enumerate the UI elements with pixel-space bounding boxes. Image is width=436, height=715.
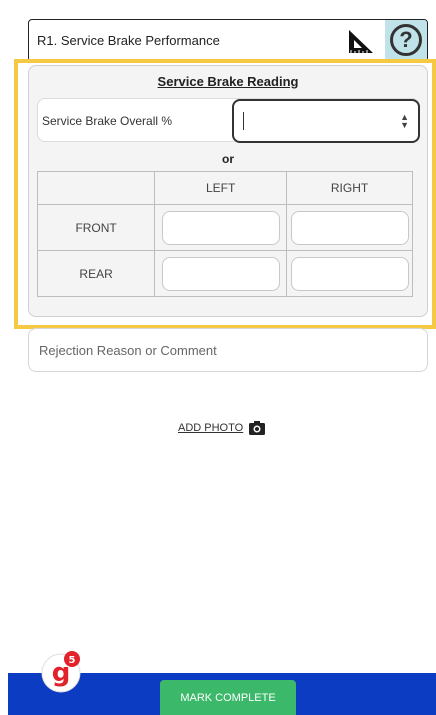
comment-placeholder: Rejection Reason or Comment: [39, 343, 217, 358]
front-left-input[interactable]: [161, 210, 280, 245]
help-glyph: ?: [399, 27, 413, 52]
overall-percent-input[interactable]: ▲ ▼: [232, 99, 420, 143]
panel-heading: Service Brake Reading: [157, 74, 299, 89]
table-header-right: RIGHT: [286, 171, 413, 205]
number-spinner[interactable]: ▲ ▼: [400, 113, 409, 130]
logo-badge-count: 5: [69, 655, 76, 666]
brake-reading-table: LEFT RIGHT FRONT REAR: [36, 171, 413, 297]
set-square-icon[interactable]: [345, 26, 375, 56]
question-circle-icon: ?: [390, 24, 422, 56]
overall-label: Service Brake Overall %: [42, 114, 173, 128]
table-header-left: LEFT: [154, 171, 288, 205]
row-label-front: FRONT: [36, 204, 156, 251]
front-right-input[interactable]: [290, 210, 409, 245]
rear-left-cell: [154, 250, 288, 297]
front-right-cell: [286, 204, 413, 251]
add-photo-link[interactable]: ADD PHOTO: [178, 422, 243, 434]
table-row-front: FRONT: [36, 204, 413, 251]
rear-right-cell: [286, 250, 413, 297]
front-left-cell: [154, 204, 288, 251]
spinner-down-icon[interactable]: ▼: [400, 121, 409, 130]
add-photo-button[interactable]: ADD PHOTO: [178, 421, 266, 435]
text-caret: [243, 112, 244, 130]
table-row-rear: REAR: [36, 250, 413, 297]
help-button[interactable]: ?: [385, 20, 427, 60]
camera-icon[interactable]: [249, 421, 266, 435]
or-label: or: [222, 152, 234, 166]
item-header: R1. Service Brake Performance ?: [28, 19, 428, 62]
comment-input[interactable]: Rejection Reason or Comment: [28, 328, 428, 372]
service-brake-panel: Service Brake Reading Service Brake Over…: [28, 65, 428, 317]
rear-left-input[interactable]: [161, 256, 280, 291]
table-header-cell: [36, 171, 156, 205]
table-header-row: LEFT RIGHT: [36, 171, 413, 205]
item-title: R1. Service Brake Performance: [37, 33, 220, 48]
app-logo-icon[interactable]: g 5: [39, 648, 85, 694]
row-label-rear: REAR: [36, 250, 156, 297]
mark-complete-button[interactable]: MARK COMPLETE: [160, 680, 296, 715]
overall-field-row: Service Brake Overall % ▲ ▼: [37, 98, 420, 143]
rear-right-input[interactable]: [290, 256, 409, 291]
